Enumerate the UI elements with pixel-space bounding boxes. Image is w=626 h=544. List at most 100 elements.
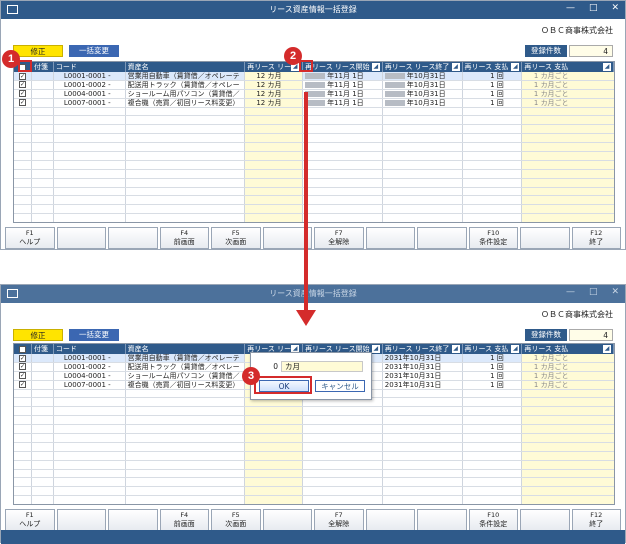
end-date[interactable]: 年10月31日 bbox=[407, 72, 446, 80]
row-checkbox[interactable]: ✓ bbox=[18, 90, 26, 98]
lease-months-unit[interactable]: カ月 bbox=[281, 361, 363, 372]
payment-count[interactable]: 1 bbox=[465, 90, 494, 98]
payment-count[interactable]: 1 bbox=[465, 372, 494, 380]
bulk-change-button[interactable]: 一括変更 bbox=[69, 329, 119, 341]
table-row[interactable] bbox=[14, 178, 614, 188]
months-value[interactable]: 12 bbox=[247, 72, 265, 80]
cycle-value[interactable]: 1 bbox=[524, 354, 538, 362]
lease-months-value[interactable]: 0 bbox=[259, 361, 281, 372]
row-checkbox[interactable]: ✓ bbox=[18, 354, 26, 362]
fkey-4-button[interactable]: F4 前画面 bbox=[159, 509, 209, 531]
bulk-edit-icon[interactable]: ◢ bbox=[371, 345, 380, 353]
fkey-9-button[interactable] bbox=[417, 227, 467, 249]
table-row[interactable] bbox=[14, 152, 614, 161]
fkey-3-button[interactable] bbox=[108, 227, 158, 249]
fkey-5-button[interactable]: F5 次画面 bbox=[211, 227, 261, 249]
row-checkbox[interactable]: ✓ bbox=[18, 81, 26, 89]
start-date[interactable]: 年11月 1日 bbox=[327, 90, 364, 98]
cycle-value[interactable]: 1 bbox=[524, 81, 538, 89]
fkey-6-button[interactable] bbox=[262, 509, 312, 531]
close-icon[interactable]: ✕ bbox=[611, 287, 619, 297]
payment-count[interactable]: 1 bbox=[465, 72, 494, 80]
table-row[interactable] bbox=[14, 205, 614, 215]
fkey-2-button[interactable] bbox=[56, 509, 106, 531]
bulk-edit-icon[interactable]: ◢ bbox=[451, 63, 460, 71]
table-row[interactable] bbox=[14, 487, 614, 497]
table-row[interactable] bbox=[14, 425, 614, 435]
checkbox-icon[interactable]: ✓ bbox=[18, 345, 26, 353]
months-value[interactable]: 12 bbox=[247, 81, 265, 89]
table-row[interactable]: ✓ L0001-0002 - 配送用トラック（賃貸借／オペレー 12 カ月 年11月 1… bbox=[14, 80, 614, 90]
cancel-button[interactable]: キャンセル bbox=[315, 380, 365, 392]
table-row[interactable] bbox=[14, 469, 614, 479]
fkey-1-button[interactable]: F1 ヘルプ bbox=[5, 509, 55, 531]
start-date[interactable]: 年11月 1日 bbox=[327, 72, 364, 80]
bulk-edit-icon[interactable]: ◢ bbox=[511, 63, 520, 71]
edit-mode-button[interactable]: 修正 bbox=[13, 45, 63, 57]
cycle-value[interactable]: 1 bbox=[524, 372, 538, 380]
bulk-edit-icon[interactable]: ◢ bbox=[451, 345, 460, 353]
table-row[interactable] bbox=[14, 442, 614, 452]
start-date[interactable]: 年11月 1日 bbox=[327, 99, 364, 107]
minimize-icon[interactable]: — bbox=[566, 287, 575, 297]
table-row[interactable] bbox=[14, 125, 614, 135]
payment-count[interactable]: 1 bbox=[465, 354, 494, 362]
end-date[interactable]: 2031年10月31日 bbox=[385, 372, 442, 380]
bulk-edit-icon[interactable]: ◢ bbox=[511, 345, 520, 353]
table-row[interactable] bbox=[14, 160, 614, 170]
fkey-7-button[interactable]: F7 全解除 bbox=[314, 227, 364, 249]
end-date[interactable]: 2031年10月31日 bbox=[385, 363, 442, 371]
row-checkbox[interactable]: ✓ bbox=[18, 372, 26, 380]
table-row[interactable] bbox=[14, 451, 614, 461]
bulk-change-button[interactable]: 一括変更 bbox=[69, 45, 119, 57]
fkey-12-button[interactable]: F12 終了 bbox=[571, 509, 621, 531]
payment-count[interactable]: 1 bbox=[465, 81, 494, 89]
payment-count[interactable]: 1 bbox=[465, 381, 494, 389]
payment-count[interactable]: 1 bbox=[465, 99, 494, 107]
select-all-checkbox[interactable]: ✓ bbox=[14, 344, 32, 354]
table-row[interactable] bbox=[14, 143, 614, 153]
edit-mode-button[interactable]: 修正 bbox=[13, 329, 63, 341]
months-value[interactable]: 12 bbox=[247, 99, 265, 107]
table-row[interactable]: ✓ L0001-0001 - 営業用自動車（賃貸借／オペレーテ 12 カ月 年11月 1… bbox=[14, 72, 614, 81]
bulk-edit-icon[interactable]: ◢ bbox=[371, 63, 380, 71]
table-row[interactable] bbox=[14, 107, 614, 117]
fkey-10-button[interactable]: F10 条件設定 bbox=[468, 227, 518, 249]
table-row[interactable] bbox=[14, 196, 614, 206]
table-row[interactable] bbox=[14, 434, 614, 443]
row-checkbox[interactable]: ✓ bbox=[18, 363, 26, 371]
end-date[interactable]: 2031年10月31日 bbox=[385, 354, 442, 362]
maximize-icon[interactable]: □ bbox=[589, 3, 598, 13]
months-value[interactable]: 12 bbox=[247, 90, 265, 98]
cycle-value[interactable]: 1 bbox=[524, 90, 538, 98]
fkey-1-button[interactable]: F1 ヘルプ bbox=[5, 227, 55, 249]
table-row[interactable] bbox=[14, 460, 614, 470]
fkey-11-button[interactable] bbox=[520, 227, 570, 249]
fkey-4-button[interactable]: F4 前画面 bbox=[159, 227, 209, 249]
close-icon[interactable]: ✕ bbox=[611, 3, 619, 13]
start-date[interactable]: 年11月 1日 bbox=[327, 81, 364, 89]
table-row[interactable] bbox=[14, 416, 614, 426]
end-date[interactable]: 年10月31日 bbox=[407, 90, 446, 98]
table-row[interactable] bbox=[14, 134, 614, 144]
end-date[interactable]: 2031年10月31日 bbox=[385, 381, 442, 389]
table-row[interactable] bbox=[14, 187, 614, 197]
row-checkbox[interactable]: ✓ bbox=[18, 381, 26, 389]
table-row[interactable] bbox=[14, 496, 614, 504]
fkey-3-button[interactable] bbox=[108, 509, 158, 531]
fkey-5-button[interactable]: F5 次画面 bbox=[211, 509, 261, 531]
cycle-value[interactable]: 1 bbox=[524, 72, 538, 80]
payment-count[interactable]: 1 bbox=[465, 363, 494, 371]
bulk-edit-icon[interactable]: ◢ bbox=[603, 345, 612, 353]
maximize-icon[interactable]: □ bbox=[589, 287, 598, 297]
fkey-8-button[interactable] bbox=[365, 509, 415, 531]
cycle-value[interactable]: 1 bbox=[524, 99, 538, 107]
fkey-9-button[interactable] bbox=[417, 509, 467, 531]
cycle-value[interactable]: 1 bbox=[524, 363, 538, 371]
fkey-11-button[interactable] bbox=[520, 509, 570, 531]
cycle-value[interactable]: 1 bbox=[524, 381, 538, 389]
fkey-12-button[interactable]: F12 終了 bbox=[571, 227, 621, 249]
fkey-10-button[interactable]: F10 条件設定 bbox=[468, 509, 518, 531]
fkey-8-button[interactable] bbox=[365, 227, 415, 249]
row-checkbox[interactable]: ✓ bbox=[18, 72, 26, 80]
